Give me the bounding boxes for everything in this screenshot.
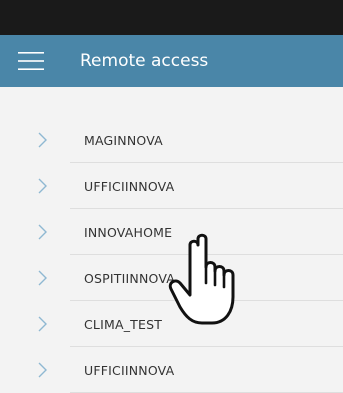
page-title: Remote access (80, 51, 209, 71)
chevron-right-icon (38, 316, 47, 332)
list-item-label: MAGINNOVA (84, 132, 163, 148)
list-item-label: CLIMA_TEST (84, 316, 163, 332)
list-item[interactable]: MAGINNOVA (0, 117, 343, 163)
chevron-right-icon (38, 362, 47, 378)
chevron-right-icon (38, 224, 47, 240)
list-item-label: UFFICIINNOVA (84, 178, 175, 194)
chevron-right-icon (38, 178, 47, 194)
list-item[interactable]: UFFICIINNOVA (0, 347, 343, 393)
list-item[interactable]: CLIMA_TEST (0, 301, 343, 347)
app-bar: Remote access (0, 35, 343, 87)
list-item-label: UFFICIINNOVA (84, 362, 175, 378)
list-item[interactable]: UFFICIINNOVA (0, 163, 343, 209)
status-bar (0, 0, 343, 35)
chevron-right-icon (38, 132, 47, 148)
site-list: MAGINNOVA UFFICIINNOVA INNOVAHOME OSPITI… (0, 117, 343, 393)
chevron-right-icon (38, 270, 47, 286)
list-item-label: OSPITIINNOVA (84, 270, 176, 286)
list-item[interactable]: OSPITIINNOVA (0, 255, 343, 301)
list-item[interactable]: INNOVAHOME (0, 209, 343, 255)
hamburger-menu-icon (18, 52, 44, 70)
menu-button[interactable] (0, 35, 62, 87)
list-item-label: INNOVAHOME (84, 224, 173, 240)
